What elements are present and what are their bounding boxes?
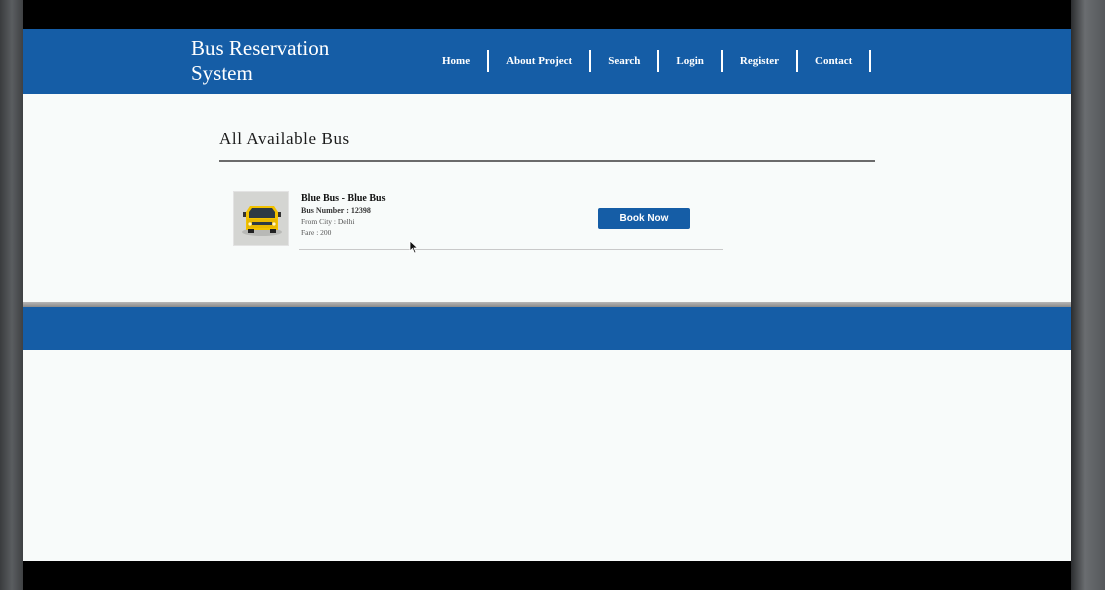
screen: Bus Reservation System Home About Projec… <box>23 0 1071 590</box>
nav-home[interactable]: Home <box>425 50 490 72</box>
site-footer <box>23 307 1071 350</box>
bus-name: Blue Bus - Blue Bus <box>301 193 386 204</box>
bus-image <box>233 191 289 246</box>
bus-from-city: From City : Delhi <box>301 217 355 226</box>
mouse-cursor-icon <box>409 240 419 254</box>
book-now-button[interactable]: Book Now <box>598 208 690 229</box>
nav-contact[interactable]: Contact <box>798 50 872 72</box>
nav-login[interactable]: Login <box>659 50 723 72</box>
monitor-bezel-right <box>1071 0 1105 590</box>
page-title: All Available Bus <box>219 129 875 162</box>
main-nav: Home About Project Search Login Register… <box>425 50 872 72</box>
bus-number: Bus Number : 12398 <box>301 206 371 215</box>
site-brand[interactable]: Bus Reservation System <box>191 36 329 86</box>
main-content: All Available Bus Blue Bus - Blue Bus Bu… <box>219 129 875 250</box>
bus-icon <box>234 192 288 245</box>
brand-line-1: Bus Reservation <box>191 36 330 60</box>
web-page: Bus Reservation System Home About Projec… <box>23 29 1071 561</box>
nav-search[interactable]: Search <box>591 50 660 72</box>
divider <box>299 249 723 250</box>
brand-line-2: System <box>191 61 253 85</box>
site-header: Bus Reservation System Home About Projec… <box>23 29 1071 94</box>
bus-list-item: Blue Bus - Blue Bus Bus Number : 12398 F… <box>233 191 723 250</box>
bus-fare: Fare : 200 <box>301 228 332 237</box>
nav-about-project[interactable]: About Project <box>489 50 592 72</box>
nav-register[interactable]: Register <box>723 50 798 72</box>
bus-details: Blue Bus - Blue Bus Bus Number : 12398 F… <box>301 192 385 238</box>
